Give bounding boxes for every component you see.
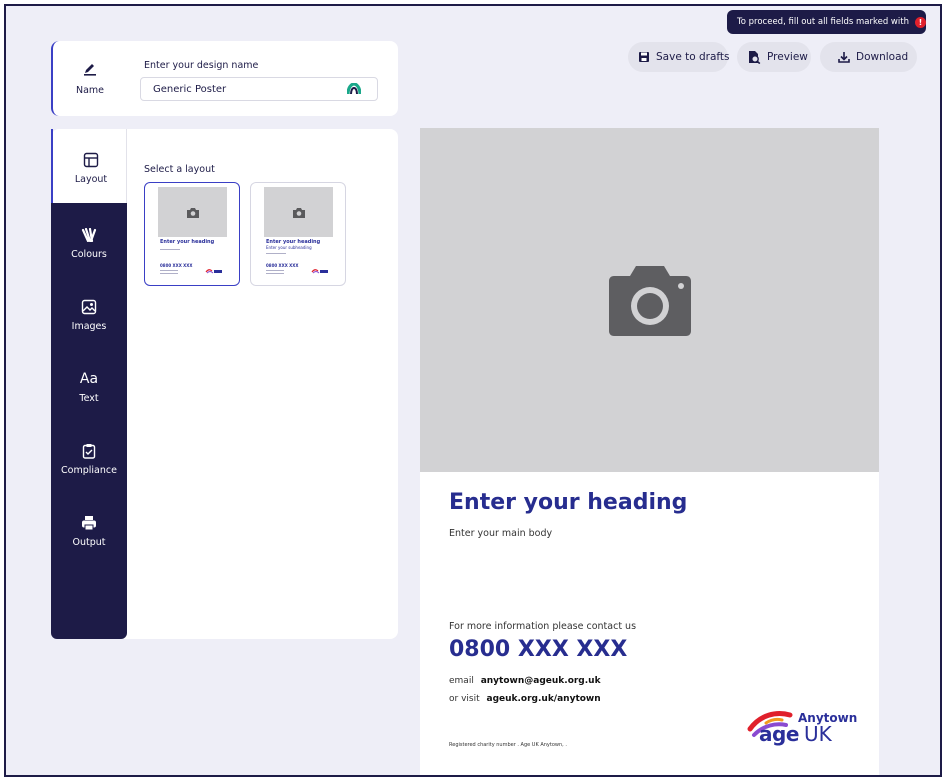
thumb-phone: 0800 XXX XXX <box>266 263 299 268</box>
preview-icon <box>749 51 761 64</box>
preview-label: Preview <box>767 51 808 63</box>
camera-icon <box>608 266 691 336</box>
select-layout-title: Select a layout <box>144 164 215 175</box>
tab-images-label: Images <box>71 321 107 332</box>
sidebar-tabs: Colours Images Aa Text Compliance Output <box>51 203 127 639</box>
tab-colours[interactable]: Colours <box>51 225 127 260</box>
poster-preview: Enter your heading Enter your main body … <box>420 128 879 775</box>
thumb-contact-line <box>160 270 178 271</box>
thumb-contact-line <box>160 273 178 274</box>
save-label: Save to drafts <box>656 51 730 63</box>
visit-value: ageuk.org.uk/anytown <box>486 694 601 704</box>
design-name-value: Generic Poster <box>153 83 227 95</box>
tab-output-label: Output <box>72 537 106 548</box>
design-name-card: Name Enter your design name Generic Post… <box>51 41 398 116</box>
clipboard-check-icon <box>51 441 127 461</box>
warning-text: To proceed, fill out all fields marked w… <box>737 17 909 27</box>
poster-phone: 0800 XXX XXX <box>449 637 628 662</box>
save-to-drafts-button[interactable]: Save to drafts <box>628 42 730 72</box>
camera-icon <box>186 207 199 218</box>
camera-icon <box>292 207 305 218</box>
tab-compliance[interactable]: Compliance <box>51 441 127 476</box>
tab-compliance-label: Compliance <box>61 465 117 476</box>
design-name-input[interactable]: Generic Poster <box>140 77 378 101</box>
required-marker-icon: ! <box>914 16 926 28</box>
layout-option-1[interactable]: Enter your heading 0800 XXX XXX <box>144 182 240 286</box>
image-icon <box>51 297 127 317</box>
logo-uk: UK <box>804 722 832 746</box>
thumb-phone: 0800 XXX XXX <box>160 263 193 268</box>
tab-text[interactable]: Aa Text <box>51 369 127 404</box>
name-tab-label: Name <box>75 85 105 96</box>
app-frame: To proceed, fill out all fields marked w… <box>4 4 942 777</box>
design-name-label: Enter your design name <box>144 60 259 71</box>
tab-layout[interactable]: Layout <box>51 129 127 203</box>
poster-contact-intro: For more information please contact us <box>449 621 637 632</box>
thumb-contact-line <box>266 273 284 274</box>
required-fields-warning: To proceed, fill out all fields marked w… <box>727 10 926 34</box>
poster-image-placeholder[interactable] <box>420 128 879 472</box>
thumb-contact-line <box>266 270 284 271</box>
ageuk-logo: Anytown age UK <box>746 707 866 753</box>
tab-images[interactable]: Images <box>51 297 127 332</box>
thumb-image-placeholder <box>158 187 227 237</box>
email-label: email <box>449 676 474 686</box>
editor-panel: Layout Colours Images Aa Text Compliance… <box>51 129 398 639</box>
tab-layout-label: Layout <box>74 174 108 185</box>
tab-text-label: Text <box>79 393 99 404</box>
thumb-heading: Enter your heading <box>160 239 215 245</box>
email-value: anytown@ageuk.org.uk <box>480 676 601 686</box>
grammarly-icon[interactable] <box>346 82 362 98</box>
printer-icon <box>51 513 127 533</box>
thumb-ageuk-logo <box>311 269 328 274</box>
thumb-body-line <box>266 253 286 254</box>
download-icon <box>838 52 850 63</box>
tab-colours-label: Colours <box>71 249 107 260</box>
pencil-icon <box>78 61 102 81</box>
thumb-body-line <box>160 249 180 250</box>
poster-visit-line: or visit ageuk.org.uk/anytown <box>449 694 601 704</box>
download-label: Download <box>856 51 909 63</box>
layout-option-2[interactable]: Enter your heading Enter your subheading… <box>250 182 346 286</box>
download-button[interactable]: Download <box>820 42 917 72</box>
layout-icon <box>53 150 129 170</box>
colours-icon <box>51 225 127 245</box>
text-icon: Aa <box>79 371 99 387</box>
thumb-image-placeholder <box>264 187 333 237</box>
thumb-ageuk-logo <box>205 269 222 274</box>
tab-output[interactable]: Output <box>51 513 127 548</box>
poster-heading[interactable]: Enter your heading <box>449 490 687 515</box>
poster-email-line: email anytown@ageuk.org.uk <box>449 676 601 686</box>
thumb-subheading: Enter your subheading <box>266 245 312 250</box>
visit-label: or visit <box>449 694 480 704</box>
registered-charity-text: Registered charity number . Age UK Anyto… <box>449 742 567 748</box>
poster-body[interactable]: Enter your main body <box>449 528 552 539</box>
preview-button[interactable]: Preview <box>737 42 811 72</box>
save-icon <box>639 52 649 62</box>
logo-age: age <box>759 722 799 746</box>
